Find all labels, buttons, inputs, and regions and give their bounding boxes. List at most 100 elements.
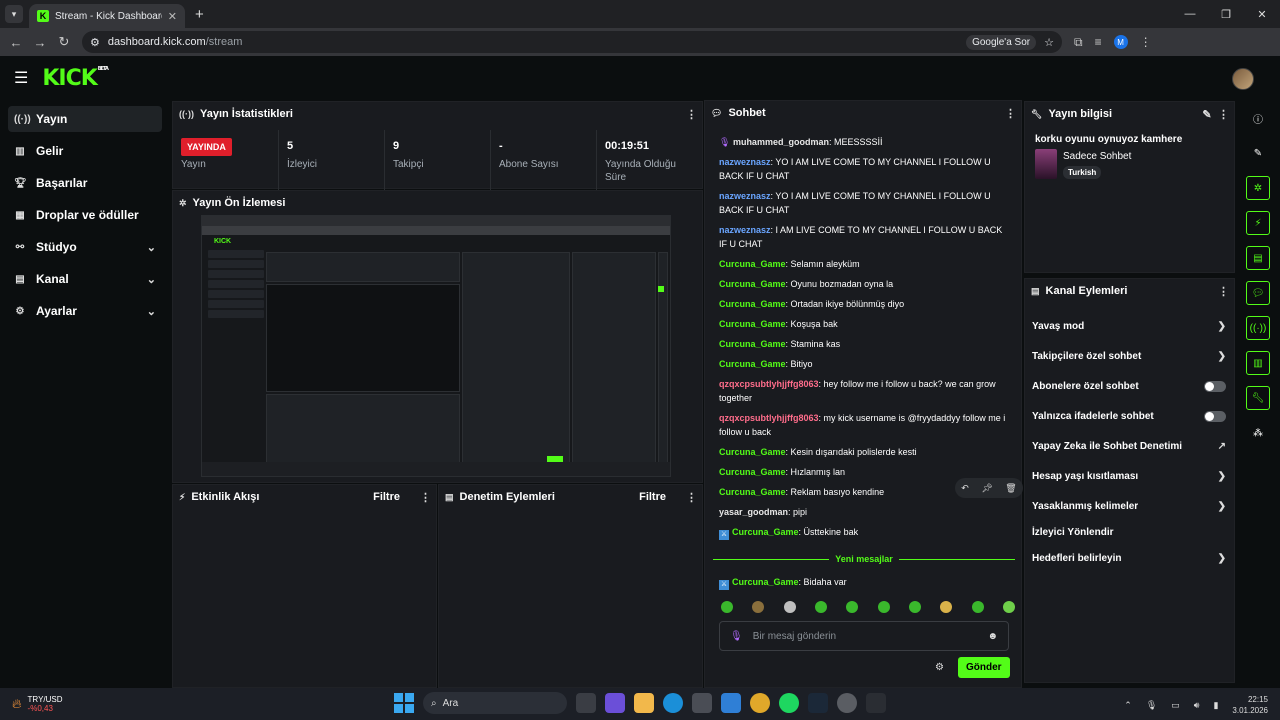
edit-icon[interactable]: ✎: [1246, 141, 1270, 165]
stats-menu-icon[interactable]: ⋮: [686, 108, 697, 121]
chat-message[interactable]: qzqxcpsubtlyhjjffg8063: hey follow me i …: [719, 377, 1011, 405]
ticker-widget[interactable]: 🔥︎ TRY/USD -%0,43: [12, 695, 63, 713]
emote-only-toggle[interactable]: [1204, 410, 1226, 422]
emoji-picker-icon[interactable]: ☻: [987, 631, 998, 642]
battery-icon[interactable]: ▮: [1213, 700, 1218, 711]
task-view-icon[interactable]: [576, 693, 596, 713]
store-icon[interactable]: [692, 693, 712, 713]
emote-icon[interactable]: [971, 601, 984, 613]
activity-menu-icon[interactable]: ⋮: [420, 491, 431, 504]
action-subscribers-only[interactable]: Abonelere özel sohbet: [1025, 371, 1234, 401]
chat-message[interactable]: ⚔ Curcuna_Game: Üsttekine bak: [719, 525, 1011, 540]
volume-icon[interactable]: 🔊︎: [1194, 700, 1200, 711]
app-icon[interactable]: [866, 693, 886, 713]
subscribers-only-toggle[interactable]: [1204, 380, 1226, 392]
new-tab-icon[interactable]: +: [195, 6, 204, 23]
channel-widget-icon[interactable]: ▥: [1246, 351, 1270, 375]
chat-message[interactable]: ⚔ Curcuna_Game: Bidaha var: [719, 575, 847, 590]
emote-icon[interactable]: [877, 601, 890, 613]
channel-actions-menu-icon[interactable]: ⋮: [1218, 285, 1229, 298]
sidebar-item-kanal[interactable]: ▤ Kanal ⌄: [8, 266, 162, 292]
chat-settings-icon[interactable]: ⚙: [935, 662, 944, 673]
send-button[interactable]: Gönder: [957, 657, 1010, 678]
action-goals[interactable]: Hedefleri belirleyin ❯: [1025, 543, 1234, 573]
emote-icon[interactable]: [908, 601, 921, 613]
edge-icon[interactable]: [663, 693, 683, 713]
action-raid[interactable]: İzleyici Yönlendir: [1025, 521, 1234, 543]
back-icon[interactable]: ←: [4, 35, 28, 50]
emote-icon[interactable]: [752, 601, 765, 613]
chat-message[interactable]: Curcuna_Game: Bitiyo: [719, 357, 1011, 371]
close-window-icon[interactable]: ✕: [1244, 0, 1280, 28]
start-button[interactable]: [394, 693, 414, 713]
action-emote-only[interactable]: Yalnızca ifadelerle sohbet: [1025, 401, 1234, 431]
activity-filter-button[interactable]: Filtre: [373, 491, 400, 503]
chat-message[interactable]: nazweznasz: I AM LIVE COME TO MY CHANNEL…: [719, 223, 1011, 251]
sidebar-item-ayarlar[interactable]: ⚙ Ayarlar ⌄: [8, 298, 162, 324]
chat-message[interactable]: Curcuna_Game: Koşuşa bak: [719, 317, 1011, 331]
bookmark-star-icon[interactable]: ☆: [1044, 36, 1054, 49]
maximize-icon[interactable]: ❐: [1208, 0, 1244, 28]
document-widget-icon[interactable]: ▤: [1246, 246, 1270, 270]
action-slow-mode[interactable]: Yavaş mod ❯: [1025, 311, 1234, 341]
stream-info-menu-icon[interactable]: ⋮: [1218, 108, 1229, 121]
file-explorer-icon[interactable]: [634, 693, 654, 713]
display-icon[interactable]: ▭: [1171, 700, 1180, 711]
action-account-age[interactable]: Hesap yaşı kısıtlaması ❯: [1025, 461, 1234, 491]
browser-tab[interactable]: K Stream - Kick Dashboard ✕: [29, 4, 185, 28]
stream-preview-video[interactable]: KICK: [201, 215, 671, 477]
chat-message[interactable]: Curcuna_Game: Selamın aleyküm: [719, 257, 1011, 271]
action-banned-words[interactable]: Yasaklanmış kelimeler ❯: [1025, 491, 1234, 521]
chat-message[interactable]: Curcuna_Game: Kesin dışarıdaki polislerd…: [719, 445, 1011, 459]
reading-list-icon[interactable]: ≡: [1095, 35, 1102, 49]
tray-chevron-icon[interactable]: ⌃: [1124, 700, 1132, 711]
sidebar-item-studyo[interactable]: ⚯ Stüdyo ⌄: [8, 234, 162, 260]
taskbar-search[interactable]: ⌕ Ara: [423, 692, 567, 714]
chat-message[interactable]: yasar_goodman: pipi: [719, 505, 1011, 519]
lightning-widget-icon[interactable]: ⚡︎: [1246, 211, 1270, 235]
edit-pencil-icon[interactable]: ✎: [1202, 108, 1212, 121]
emote-icon[interactable]: [846, 601, 859, 613]
sidebar-item-yayin[interactable]: ((·)) Yayın: [8, 106, 162, 132]
url-input[interactable]: ⚙ dashboard.kick.com/stream Google'a Sor…: [82, 31, 1062, 53]
add-widget-icon[interactable]: ⁂: [1246, 421, 1270, 445]
steam-icon[interactable]: [808, 693, 828, 713]
chat-message[interactable]: nazweznasz: YO I AM LIVE COME TO MY CHAN…: [719, 155, 1011, 183]
google-ask-button[interactable]: Google'a Sor: [966, 34, 1037, 50]
forward-icon[interactable]: →: [28, 35, 52, 50]
spotify-icon[interactable]: [779, 693, 799, 713]
mail-icon[interactable]: [721, 693, 741, 713]
chat-message[interactable]: Curcuna_Game: Hızlanmış lan: [719, 465, 1011, 479]
chat-message-input[interactable]: 🎙︎ Bir mesaj gönderin ☻: [719, 621, 1009, 651]
chrome-icon[interactable]: [750, 693, 770, 713]
broadcast-widget-icon[interactable]: ((·)): [1246, 316, 1270, 340]
minimize-icon[interactable]: —: [1172, 0, 1208, 28]
obs-icon[interactable]: [837, 693, 857, 713]
system-clock[interactable]: 22:15 3.01.2026: [1232, 694, 1268, 716]
chat-message[interactable]: Curcuna_Game: Ortadan ikiye bölünmüş diy…: [719, 297, 1011, 311]
moderation-filter-button[interactable]: Filtre: [639, 491, 666, 503]
sidebar-item-droplar[interactable]: ▦ Droplar ve ödüller: [8, 202, 162, 228]
moderation-menu-icon[interactable]: ⋮: [686, 491, 697, 504]
microphone-icon[interactable]: 🎙︎: [1146, 700, 1157, 711]
extensions-icon[interactable]: ⧉: [1074, 35, 1083, 50]
tab-search-menu-icon[interactable]: ▾: [5, 5, 23, 23]
sidebar-item-basarilar[interactable]: 🏆︎ Başarılar: [8, 170, 162, 196]
emote-icon[interactable]: [940, 601, 953, 613]
reload-icon[interactable]: ↻: [52, 34, 76, 50]
chat-message[interactable]: Curcuna_Game: Oyunu bozmadan oyna la: [719, 277, 1011, 291]
emote-icon[interactable]: [814, 601, 827, 613]
info-icon[interactable]: ⓘ: [1246, 106, 1270, 130]
action-followers-only[interactable]: Takipçilere özel sohbet ❯: [1025, 341, 1234, 371]
chat-message[interactable]: Curcuna_Game: Stamina kas: [719, 337, 1011, 351]
kick-logo[interactable]: KICKBETA: [42, 66, 109, 91]
sidebar-item-gelir[interactable]: ▥ Gelir: [8, 138, 162, 164]
copilot-icon[interactable]: [605, 693, 625, 713]
wrench-widget-icon[interactable]: 🔧︎: [1246, 386, 1270, 410]
chat-message[interactable]: nazweznasz: YO I AM LIVE COME TO MY CHAN…: [719, 189, 1011, 217]
browser-menu-icon[interactable]: ⋮: [1140, 35, 1152, 49]
trash-icon[interactable]: 🗑︎: [1005, 483, 1016, 494]
profile-avatar[interactable]: M: [1113, 35, 1128, 49]
chat-menu-icon[interactable]: ⋮: [1005, 107, 1016, 120]
emote-icon[interactable]: [1002, 601, 1015, 613]
